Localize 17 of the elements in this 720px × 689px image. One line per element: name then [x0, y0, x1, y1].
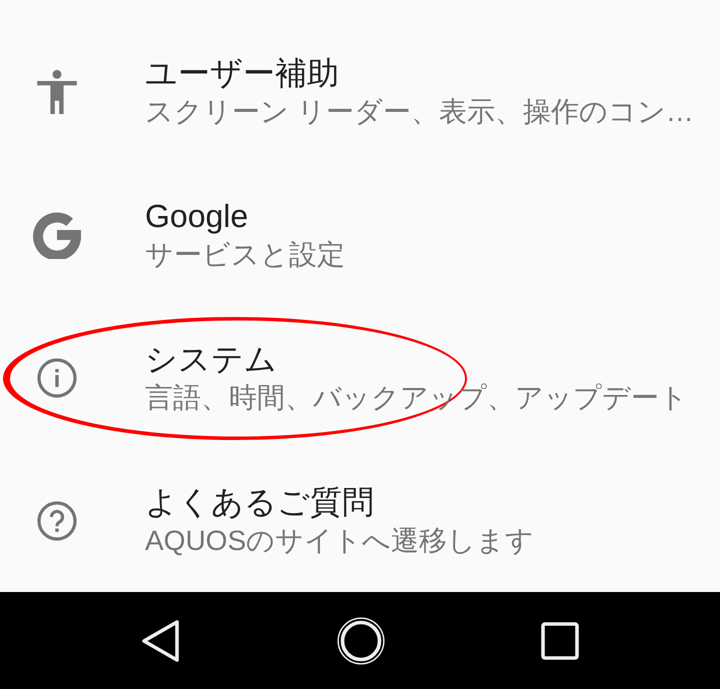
- item-title: よくあるご質問: [145, 482, 375, 522]
- recents-icon[interactable]: [541, 622, 579, 660]
- accessibility-icon: [37, 70, 77, 114]
- item-title: システム: [145, 340, 278, 378]
- item-summary: AQUOSのサイトへ遷移します: [145, 524, 534, 558]
- help-icon: [37, 500, 77, 540]
- item-summary: スクリーン リーダー、表示、操作のコン…: [145, 94, 694, 128]
- g-logo-icon: [33, 210, 81, 258]
- settings-item[interactable]: よくあるご質問 AQUOSのサイトへ遷移します: [0, 449, 720, 592]
- settings-item[interactable]: ユーザー補助 スクリーン リーダー、表示、操作のコン…: [0, 20, 720, 163]
- item-summary: サービスと設定: [145, 238, 345, 272]
- info-icon: [37, 358, 77, 398]
- item-title: Google: [145, 196, 250, 236]
- settings-item[interactable]: Google サービスと設定: [0, 163, 720, 306]
- home-icon[interactable]: [337, 616, 385, 664]
- item-title: ユーザー補助: [145, 54, 340, 92]
- back-icon[interactable]: [141, 618, 181, 662]
